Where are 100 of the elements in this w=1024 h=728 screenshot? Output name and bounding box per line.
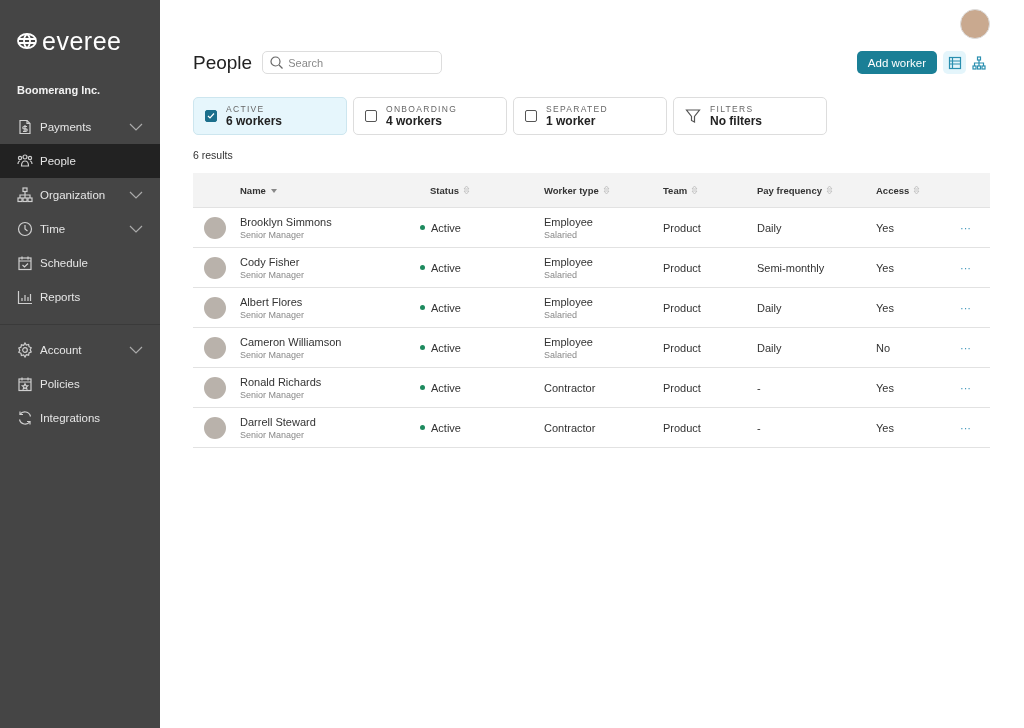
pay-type: Salaried [544,229,579,240]
access-cell: No [876,341,891,354]
column-header[interactable]: Name [240,184,266,196]
team-cell: Product [663,221,701,234]
document-icon [17,119,33,135]
worker-name: Ronald Richards [240,375,323,388]
nav-item[interactable]: Policies [0,367,160,401]
column-header[interactable]: Pay frequency [757,184,822,196]
pay-type: Salaried [544,349,579,360]
table-view-toggle[interactable] [943,51,966,74]
pay-frequency-cell: Daily [757,341,782,354]
checkbox[interactable] [365,110,377,122]
settings-icon [17,342,33,358]
pay-frequency-cell: Daily [757,301,782,314]
pay-type: Salaried [544,309,579,320]
filter-label: ACTIVE [226,104,266,114]
column-header[interactable]: Access [876,184,910,196]
more-options-button[interactable]: ··· [960,221,971,234]
globe-logo-icon [17,33,37,49]
worker-type: Employee [544,335,594,348]
nav-item[interactable]: People [0,144,160,178]
status-filter-card[interactable]: SEPARATED 1 worker [513,97,667,135]
worker-type: Employee [544,215,594,228]
team-cell: Product [663,301,701,314]
nav-item[interactable]: Payments [0,110,160,144]
checkbox[interactable] [205,110,217,122]
brand-name: everee [42,28,122,54]
worker-name: Cameron Williamson [240,335,343,348]
avatar-placeholder [204,256,226,279]
more-options-button[interactable]: ··· [960,261,971,274]
filter-label: FILTERS [710,104,755,114]
worker-name: Darrell Steward [240,415,317,428]
nav-item[interactable]: Organization [0,178,160,212]
refresh-icon [17,410,33,426]
status-text: Active [431,261,461,274]
avatar-placeholder [204,416,226,439]
team-cell: Product [663,421,701,434]
status-filter-card[interactable]: ACTIVE 6 workers [193,97,347,135]
status-text: Active [431,221,461,234]
results-count: 6 results [193,149,234,161]
status-filter-card[interactable]: FILTERS No filters [673,97,827,135]
worker-name: Cody Fisher [240,255,301,268]
avatar-placeholder [204,336,226,359]
access-cell: Yes [876,261,894,274]
avatar-placeholder [204,296,226,319]
status-text: Active [431,381,461,394]
people-icon [17,153,33,169]
calendar-icon [17,255,33,271]
worker-name: Albert Flores [240,295,304,308]
add-worker-button[interactable]: Add worker [856,51,937,74]
column-header[interactable]: Status [430,184,460,196]
checkbox[interactable] [525,110,537,122]
company-name: Boomerang Inc. [16,83,102,96]
filter-value: 6 workers [226,114,283,128]
filter-label: ONBOARDING [386,104,458,114]
bar-chart-icon [17,289,33,305]
more-options-button[interactable]: ··· [960,341,971,354]
pay-type: Salaried [544,269,579,280]
pay-frequency-cell: Semi-monthly [757,261,825,274]
job-title: Senior Manager [240,229,306,240]
access-cell: Yes [876,221,894,234]
team-cell: Product [663,341,701,354]
nav-item[interactable]: Schedule [0,246,160,280]
job-title: Senior Manager [240,389,306,400]
access-cell: Yes [876,381,894,394]
status-text: Active [431,421,461,434]
avatar-placeholder [204,216,226,239]
filter-value: No filters [710,114,762,128]
job-title: Senior Manager [240,309,306,320]
nav-item[interactable]: Reports [0,280,160,314]
hierarchy-icon [17,187,33,203]
worker-type: Employee [544,295,594,308]
avatar-placeholder [204,376,226,399]
hierarchy-icon [971,55,986,70]
job-title: Senior Manager [240,429,306,440]
job-title: Senior Manager [240,269,306,280]
column-header[interactable]: Worker type [544,184,599,196]
more-options-button[interactable]: ··· [960,301,971,314]
nav-item[interactable]: Integrations [0,401,160,435]
column-header[interactable]: Team [663,184,688,196]
nav-item[interactable]: Account [0,333,160,367]
more-options-button[interactable]: ··· [960,421,971,434]
calendar-icon [17,376,33,392]
more-options-button[interactable]: ··· [960,381,971,394]
status-text: Active [431,301,461,314]
checkmark-icon [207,112,215,120]
status-filter-card[interactable]: ONBOARDING 4 workers [353,97,507,135]
team-cell: Product [663,381,701,394]
search-field[interactable]: Search [262,51,443,74]
worker-name: Brooklyn Simmons [240,215,333,228]
table-view-icon [947,55,962,70]
access-cell: Yes [876,301,894,314]
team-cell: Product [663,261,701,274]
worker-type: Contractor [544,381,597,394]
nav-item[interactable]: Time [0,212,160,246]
access-cell: Yes [876,421,894,434]
filter-value: 4 workers [386,114,444,128]
search-icon [270,56,284,69]
filter-value: 1 worker [546,114,597,128]
clock-icon [17,221,33,237]
